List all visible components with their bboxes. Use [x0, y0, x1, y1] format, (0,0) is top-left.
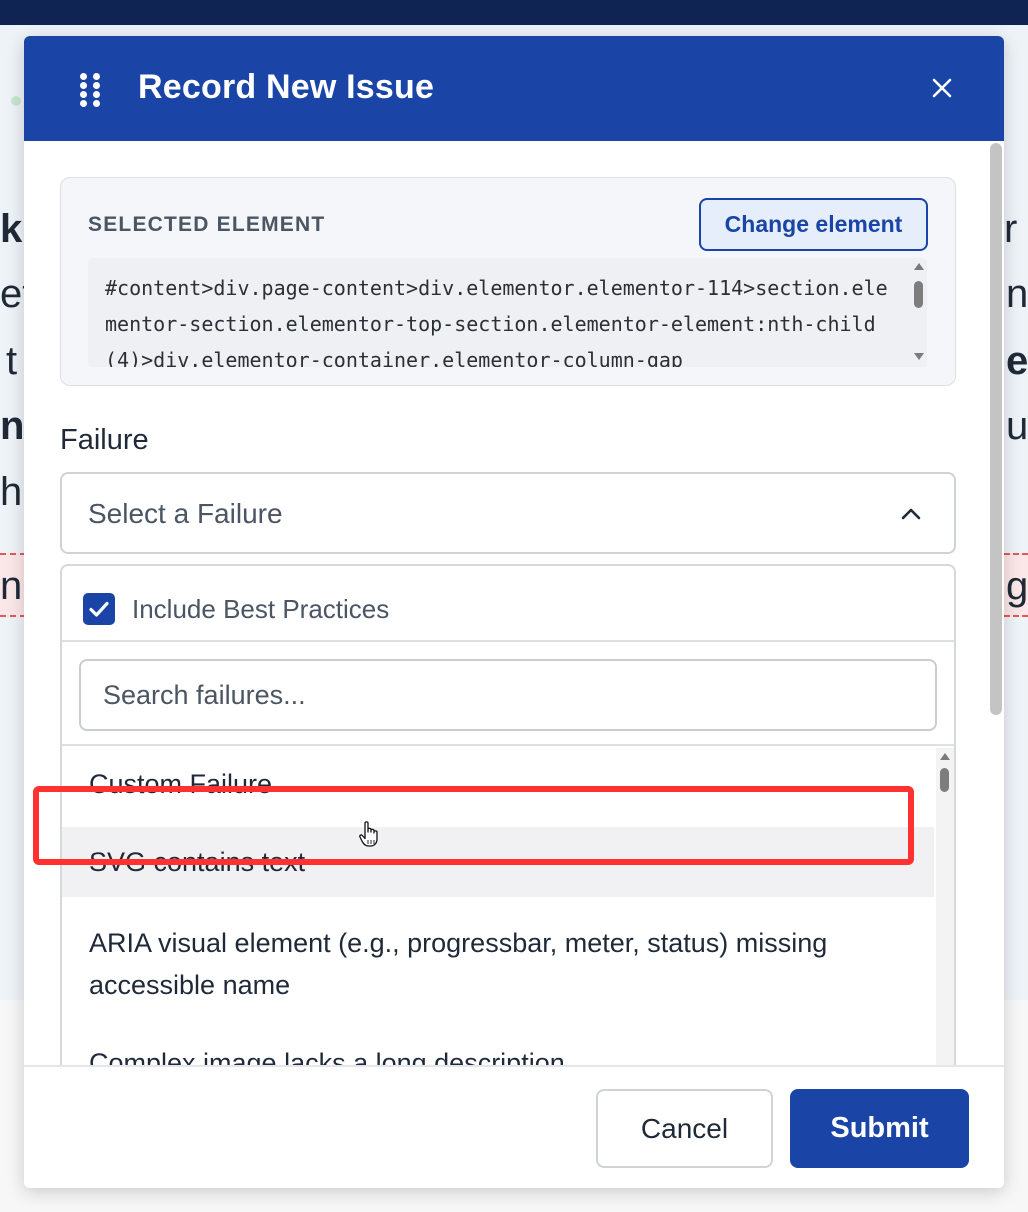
selected-element-card: SELECTED ELEMENT Change element #content… [60, 177, 956, 386]
modal-header: Record New Issue [24, 36, 1004, 141]
failure-option-hovered[interactable]: SVG contains text [62, 827, 934, 897]
background-text-fragment: u [1006, 404, 1028, 448]
hand-pointer-cursor-icon [359, 821, 378, 847]
failure-label: Failure [60, 424, 149, 456]
modal-footer: Cancel Submit [24, 1065, 1004, 1188]
background-text-fragment: n [0, 564, 23, 608]
top-bar [0, 0, 1028, 25]
selected-element-label: SELECTED ELEMENT [88, 213, 326, 236]
scroll-thumb[interactable] [914, 281, 923, 308]
record-issue-modal: Record New Issue SELECTED ELEMENT Change… [24, 36, 1004, 1188]
modal-title: Record New Issue [138, 68, 435, 106]
search-row [62, 642, 954, 746]
background-text-fragment: g [1006, 564, 1028, 608]
drag-handle-icon[interactable] [80, 73, 100, 107]
failure-select-placeholder: Select a Failure [88, 498, 283, 529]
options-scrollbar[interactable] [936, 748, 954, 1092]
failure-select[interactable]: Select a Failure [60, 472, 956, 554]
background-text-fragment: ec [1006, 339, 1028, 383]
background-text-fragment: n [0, 404, 25, 448]
search-failures-input[interactable] [79, 659, 937, 731]
scroll-down-arrow-icon[interactable] [914, 353, 924, 360]
selector-scrollbar[interactable] [911, 258, 927, 367]
modal-scrollbar[interactable] [990, 143, 1002, 715]
background-text-fragment: na [1006, 272, 1028, 316]
change-element-button[interactable]: Change element [699, 198, 928, 251]
include-best-practices-label: Include Best Practices [132, 594, 390, 624]
selector-text: #content>div.page-content>div.elementor.… [105, 276, 888, 367]
submit-button[interactable]: Submit [790, 1089, 969, 1168]
background-text-fragment: t [6, 339, 18, 383]
cancel-button[interactable]: Cancel [596, 1089, 773, 1168]
selector-code-box[interactable]: #content>div.page-content>div.elementor.… [88, 258, 927, 367]
include-best-practices-checkbox[interactable] [83, 593, 115, 625]
failure-options-list: Custom Failure SVG contains text ARIA vi… [62, 748, 954, 1092]
failure-option[interactable]: ARIA visual element (e.g., progressbar, … [62, 922, 934, 1006]
background-dot [11, 96, 21, 106]
background-text-fragment: r [1004, 207, 1018, 251]
chevron-up-icon [901, 508, 921, 520]
scroll-up-arrow-icon[interactable] [940, 753, 950, 760]
failure-option[interactable]: Custom Failure [62, 763, 934, 805]
scroll-thumb[interactable] [940, 768, 949, 792]
close-icon[interactable] [924, 70, 960, 106]
background-text-fragment: k [0, 207, 23, 251]
include-best-practices-row[interactable]: Include Best Practices [62, 566, 954, 642]
failure-dropdown: Include Best Practices Custom Failure SV… [60, 564, 956, 1094]
checkmark-icon [89, 601, 109, 617]
scroll-up-arrow-icon[interactable] [914, 263, 924, 270]
